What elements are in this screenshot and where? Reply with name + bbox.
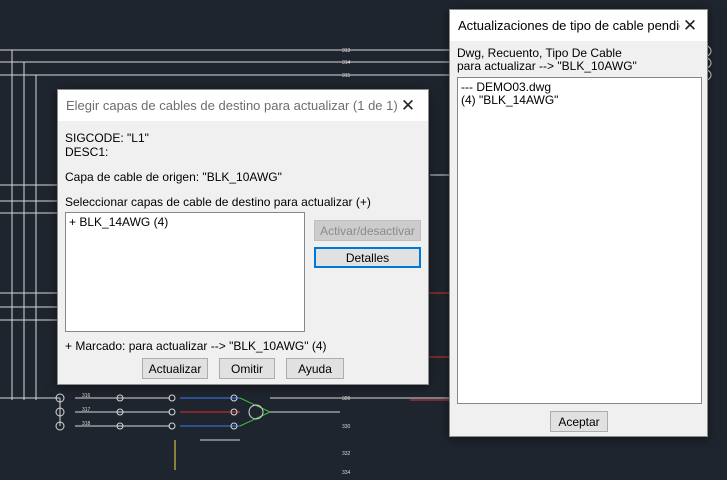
wire-label-313: 313 (342, 48, 351, 54)
list-item[interactable]: (4) "BLK_14AWG" (461, 94, 698, 107)
wire-label-330: 330 (342, 424, 351, 430)
wire-label-317: 317 (82, 407, 91, 413)
pending-updates-dialog: Actualizaciones de tipo de cable pendie.… (449, 9, 708, 437)
dialog-title: Actualizaciones de tipo de cable pendie.… (458, 18, 680, 33)
skip-button[interactable]: Omitir (219, 358, 275, 379)
wire-label-314: 314 (342, 60, 351, 66)
toggle-button[interactable]: Activar/desactivar (314, 220, 421, 241)
pending-updates-list[interactable]: --- DEMO03.dwg (4) "BLK_14AWG" (457, 77, 702, 404)
desc1-label: DESC1: (65, 145, 109, 159)
target-layers-list[interactable]: + BLK_14AWG (4) (65, 212, 305, 332)
details-button[interactable]: Detalles (314, 247, 421, 268)
list-item[interactable]: + BLK_14AWG (4) (69, 216, 301, 229)
close-icon[interactable]: ✕ (673, 10, 707, 41)
select-target-label: Seleccionar capas de cable de destino pa… (65, 195, 371, 209)
wire-label-316: 316 (82, 393, 91, 399)
wire-label-315: 315 (342, 73, 351, 79)
list-header-line1: Dwg, Recuento, Tipo De Cable (457, 46, 622, 60)
help-button[interactable]: Ayuda (286, 358, 344, 379)
list-header-line2: para actualizar --> "BLK_10AWG" (457, 59, 637, 73)
choose-target-layers-dialog: Elegir capas de cables de destino para a… (57, 89, 429, 385)
wire-label-318: 318 (82, 421, 91, 427)
accept-button[interactable]: Aceptar (550, 411, 608, 432)
wire-label-332: 332 (342, 451, 351, 457)
source-layer-label: Capa de cable de origen: "BLK_10AWG" (65, 170, 282, 184)
dialog-title: Elegir capas de cables de destino para a… (66, 98, 398, 113)
sigcode-label: SIGCODE: "L1" (65, 131, 149, 145)
dialog-titlebar[interactable]: Elegir capas de cables de destino para a… (58, 90, 428, 121)
wire-label-320: 320 (342, 396, 351, 402)
close-icon[interactable]: ✕ (388, 90, 428, 121)
marked-footer-label: + Marcado: para actualizar --> "BLK_10AW… (65, 339, 327, 353)
wire-label-334: 334 (342, 470, 351, 476)
update-button[interactable]: Actualizar (142, 358, 208, 379)
dialog-titlebar[interactable]: Actualizaciones de tipo de cable pendie.… (450, 10, 707, 41)
